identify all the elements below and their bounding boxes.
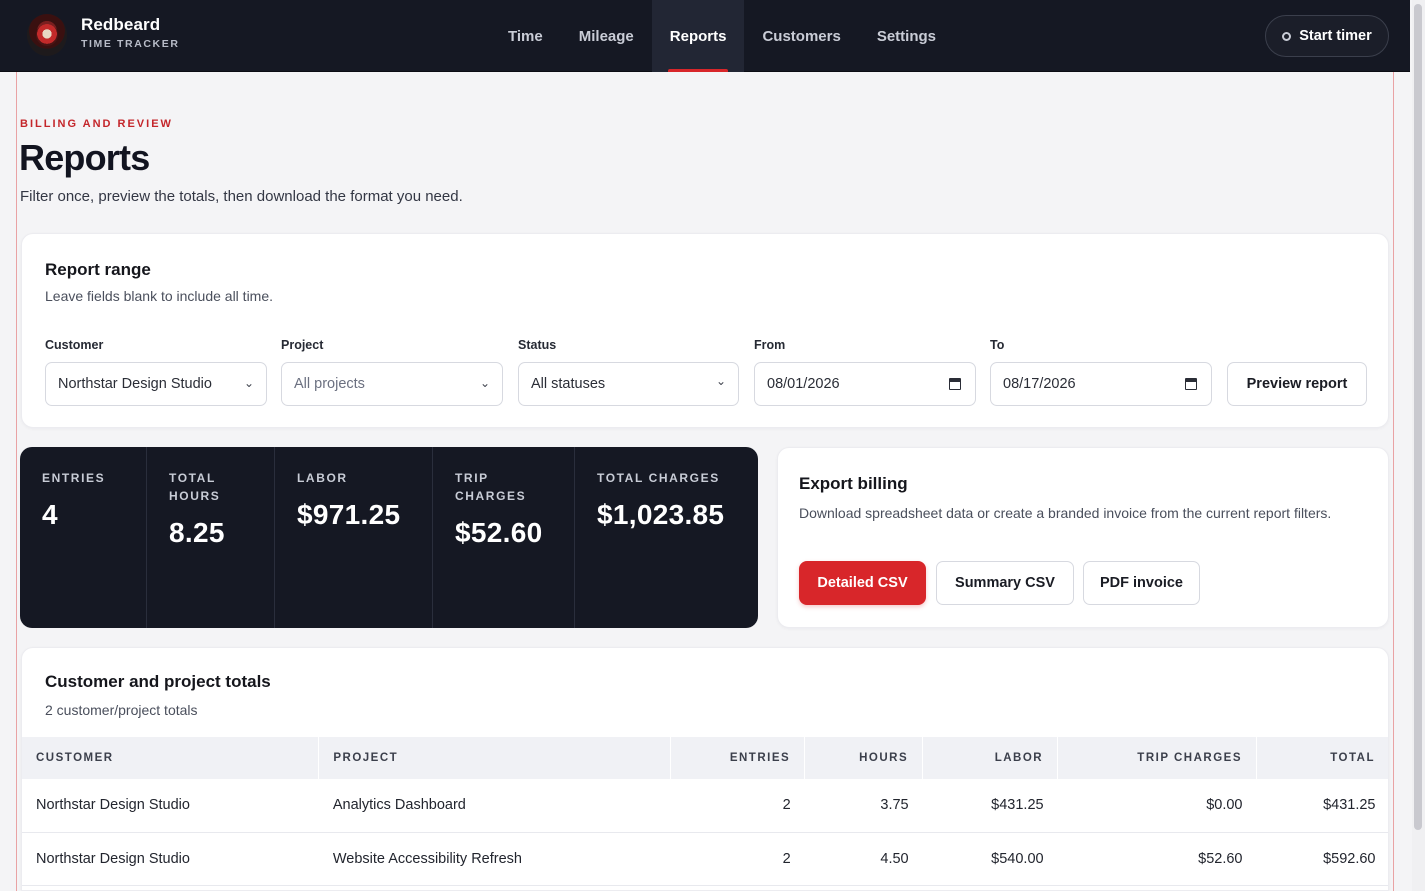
to-date-value: 08/17/2026 [1003, 376, 1076, 392]
column-header-trip-charges[interactable]: TRIP CHARGES [1057, 737, 1257, 779]
stat-trip-charges: TRIP CHARGES $52.60 [433, 447, 575, 628]
totals-table: CUSTOMER PROJECT ENTRIES HOURS LABOR TRI… [22, 737, 1388, 886]
chevron-down-icon: ⌄ [243, 376, 254, 390]
start-timer-label: Start timer [1299, 28, 1372, 44]
chevron-down-icon: ⌄ [479, 376, 490, 390]
export-billing-card: Export billing Download spreadsheet data… [777, 447, 1389, 628]
from-date-input[interactable]: 08/01/2026 [754, 362, 976, 406]
nav-item-time[interactable]: Time [490, 0, 561, 72]
stat-label: TOTAL HOURS [169, 471, 221, 503]
brand-subtitle: TIME TRACKER [81, 38, 180, 50]
cell-labor: $431.25 [922, 779, 1058, 833]
status-value: All statuses [531, 376, 606, 392]
calendar-icon[interactable] [1185, 378, 1197, 390]
preview-report-button[interactable]: Preview report [1227, 362, 1367, 406]
table-header-row: CUSTOMER PROJECT ENTRIES HOURS LABOR TRI… [22, 737, 1388, 779]
status-label: Status [518, 338, 557, 352]
nav-item-customers[interactable]: Customers [744, 0, 858, 72]
totals-count: 2 customer/project totals [45, 702, 198, 718]
export-billing-title: Export billing [799, 474, 908, 493]
stat-value: 8.25 [169, 517, 225, 548]
redbeard-logo[interactable] [27, 14, 67, 56]
cell-entries: 2 [670, 832, 805, 886]
nav-item-settings[interactable]: Settings [859, 0, 954, 72]
cell-project: Website Accessibility Refresh [318, 832, 671, 886]
chevron-down-icon: ⌄ [715, 374, 726, 388]
stat-value: $971.25 [297, 499, 401, 530]
stat-entries: ENTRIES 4 [20, 447, 147, 628]
scrollbar-thumb[interactable] [1414, 4, 1422, 830]
calendar-icon[interactable] [949, 378, 961, 390]
cell-project: Analytics Dashboard [318, 779, 671, 833]
report-range-title: Report range [45, 260, 151, 279]
column-header-customer[interactable]: CUSTOMER [22, 737, 320, 779]
from-label: From [754, 338, 786, 352]
page-subtitle: Filter once, preview the totals, then do… [20, 188, 463, 205]
export-billing-description: Download spreadsheet data or create a br… [799, 505, 1332, 521]
cell-trip-charges: $52.60 [1057, 832, 1257, 886]
stat-value: $1,023.85 [597, 499, 725, 530]
column-header-hours[interactable]: HOURS [804, 737, 924, 779]
pdf-invoice-button[interactable]: PDF invoice [1083, 561, 1200, 605]
report-range-card: Report range Leave fields blank to inclu… [21, 233, 1389, 428]
customer-label: Customer [45, 338, 104, 352]
status-select[interactable]: All statuses ⌄ [518, 362, 739, 406]
project-select[interactable]: All projects ⌄ [281, 362, 503, 406]
from-date-value: 08/01/2026 [767, 376, 840, 392]
stat-labor: LABOR $971.25 [275, 447, 433, 628]
summary-csv-button[interactable]: Summary CSV [936, 561, 1074, 605]
cell-hours: 3.75 [804, 779, 923, 833]
cell-labor: $540.00 [922, 832, 1058, 886]
to-date-input[interactable]: 08/17/2026 [990, 362, 1212, 406]
cell-trip-charges: $0.00 [1057, 779, 1257, 833]
cell-total: $592.60 [1256, 832, 1388, 886]
to-label: To [990, 338, 1005, 352]
stat-value: 4 [42, 499, 58, 530]
stat-label: TRIP CHARGES [455, 471, 527, 503]
stat-total-hours: TOTAL HOURS 8.25 [147, 447, 275, 628]
page-title: Reports [19, 137, 150, 178]
table-row: Northstar Design Studio Website Accessib… [22, 832, 1388, 886]
column-header-entries[interactable]: ENTRIES [670, 737, 806, 779]
report-range-description: Leave fields blank to include all time. [45, 288, 274, 304]
project-label: Project [281, 338, 324, 352]
project-value: All projects [294, 376, 365, 392]
page-guide-right [1393, 72, 1394, 891]
main-nav: Time Mileage Reports Customers Settings [490, 0, 954, 72]
nav-item-reports[interactable]: Reports [651, 0, 745, 72]
totals-card: Customer and project totals 2 customer/p… [21, 647, 1389, 891]
cell-customer: Northstar Design Studio [22, 779, 319, 833]
table-row: Northstar Design Studio Analytics Dashbo… [22, 779, 1388, 833]
column-header-labor[interactable]: LABOR [922, 737, 1059, 779]
circle-icon [1282, 31, 1292, 41]
customer-value: Northstar Design Studio [58, 376, 212, 392]
totals-title: Customer and project totals [45, 672, 271, 691]
cell-total: $431.25 [1256, 779, 1388, 833]
column-header-total[interactable]: TOTAL [1256, 737, 1388, 779]
column-header-project[interactable]: PROJECT [318, 737, 672, 779]
stat-label: ENTRIES [42, 471, 106, 485]
cell-entries: 2 [670, 779, 805, 833]
customer-select[interactable]: Northstar Design Studio ⌄ [45, 362, 267, 406]
stat-value: $52.60 [455, 517, 543, 548]
cell-hours: 4.50 [804, 832, 923, 886]
cell-customer: Northstar Design Studio [22, 832, 319, 886]
top-nav-bar: Redbeard TIME TRACKER Time Mileage Repor… [0, 0, 1410, 72]
page-guide-left [16, 72, 17, 891]
nav-item-mileage[interactable]: Mileage [561, 0, 652, 72]
stat-label: LABOR [297, 471, 348, 485]
report-stats-panel: ENTRIES 4 TOTAL HOURS 8.25 LABOR $971.25… [20, 447, 758, 628]
start-timer-button[interactable]: Start timer [1265, 15, 1389, 57]
brand-name: Redbeard [81, 15, 161, 34]
detailed-csv-button[interactable]: Detailed CSV [799, 561, 926, 605]
stat-total-charges: TOTAL CHARGES $1,023.85 [575, 447, 758, 628]
brand[interactable]: Redbeard TIME TRACKER [81, 15, 180, 50]
stat-label: TOTAL CHARGES [597, 471, 720, 485]
page-eyebrow: BILLING AND REVIEW [20, 118, 173, 130]
